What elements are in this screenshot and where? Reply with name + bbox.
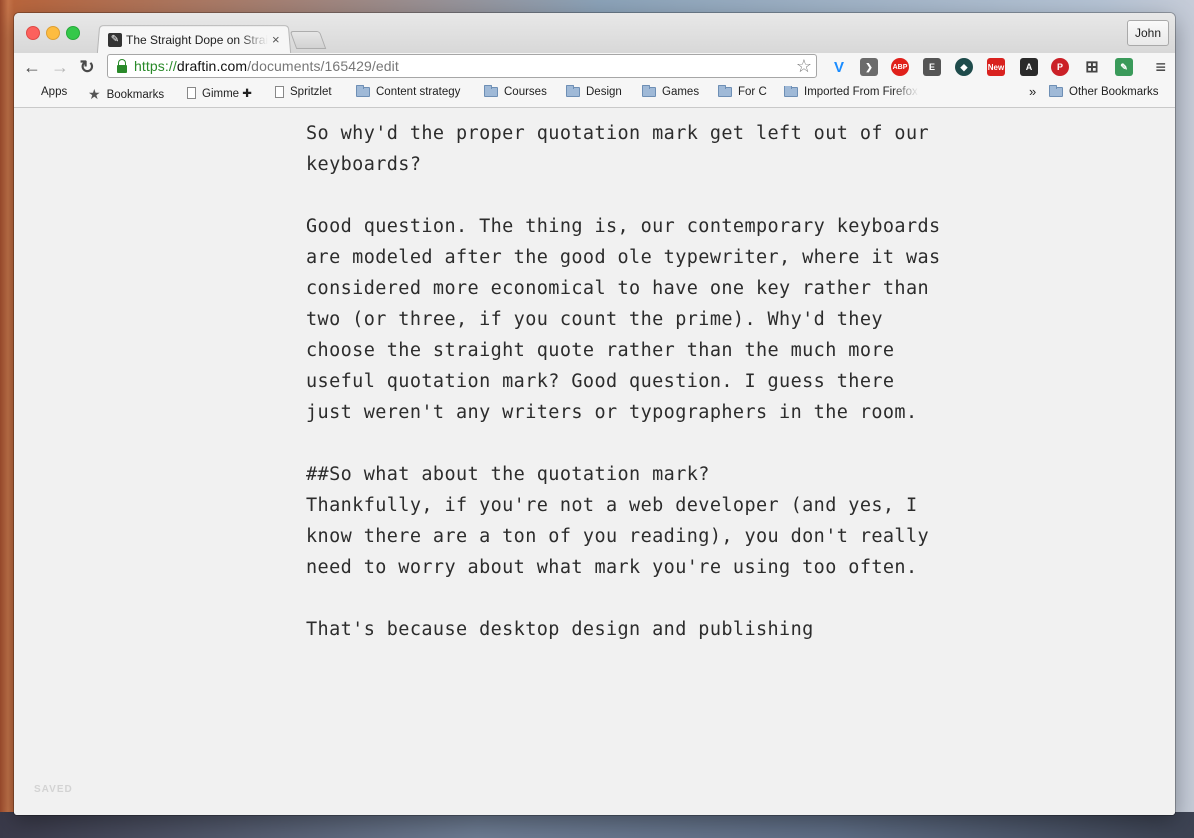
bookmark-apps[interactable]: Apps xyxy=(23,86,67,98)
bookmark-design[interactable]: Design xyxy=(566,85,622,98)
desktop-background xyxy=(0,812,1194,838)
adblock-icon[interactable]: ABP xyxy=(891,58,909,76)
lock-icon xyxy=(117,58,127,73)
folder-icon xyxy=(718,85,732,97)
save-status: SAVED xyxy=(34,784,73,795)
profile-button[interactable]: John xyxy=(1126,20,1169,46)
bookmark-for-c[interactable]: For C xyxy=(718,85,767,98)
draft-favicon-icon: ✎ xyxy=(108,32,122,47)
apps-grid-icon xyxy=(23,86,35,98)
editor-area[interactable]: So why'd the proper quotation mark get l… xyxy=(14,108,1175,815)
reload-button[interactable]: ↻ xyxy=(76,56,98,78)
star-icon: ★ xyxy=(88,86,101,102)
bookmark-star-icon[interactable]: ☆ xyxy=(796,55,812,77)
menu-icon[interactable]: ≡ xyxy=(1155,57,1166,77)
news-icon[interactable]: New xyxy=(987,58,1005,76)
vimeo-icon[interactable]: V xyxy=(830,58,848,76)
maximize-window-button[interactable] xyxy=(66,26,80,40)
bookmark-spritzlet[interactable]: Spritzlet xyxy=(275,86,332,98)
page-icon xyxy=(187,87,196,99)
toolbar: ← → ↻ https://draftin.com/documents/1654… xyxy=(14,53,1175,81)
bookmark-gimme[interactable]: Gimme ✚ xyxy=(187,86,252,100)
folder-icon xyxy=(784,86,798,97)
paragraph: So why'd the proper quotation mark get l… xyxy=(306,123,930,175)
bookmarks-overflow-button[interactable]: » xyxy=(1029,84,1036,99)
folder-icon xyxy=(566,85,580,97)
folder-icon xyxy=(484,85,498,97)
minimize-window-button[interactable] xyxy=(46,26,60,40)
back-button[interactable]: ← xyxy=(21,56,43,78)
bookmark-bookmarks[interactable]: ★ Bookmarks xyxy=(88,86,164,103)
browser-window: ✎ The Straight Dope on Straight Quotes ×… xyxy=(14,13,1175,815)
paragraph: That's because desktop design and publis… xyxy=(306,619,814,640)
bookmark-other-bookmarks[interactable]: Other Bookmarks xyxy=(1049,85,1158,98)
feedly-icon[interactable]: ◆ xyxy=(955,58,973,76)
paragraph: Good question. The thing is, our contemp… xyxy=(306,216,941,423)
tab-close-icon[interactable]: × xyxy=(272,32,280,47)
tab-strip: ✎ The Straight Dope on Straight Quotes ×… xyxy=(14,13,1175,55)
forward-button[interactable]: → xyxy=(49,56,71,78)
document-text[interactable]: So why'd the proper quotation mark get l… xyxy=(306,118,946,676)
eyedropper-icon[interactable]: ✎ xyxy=(1115,58,1133,76)
tab-title: The Straight Dope on Straight Quotes xyxy=(126,32,268,47)
bookmark-games[interactable]: Games xyxy=(642,85,699,98)
page-icon xyxy=(275,86,284,98)
bookmarks-bar: Apps ★ Bookmarks Gimme ✚ Spritzlet Conte… xyxy=(14,81,1175,108)
url-text: https://draftin.com/documents/165429/edi… xyxy=(134,58,399,74)
active-tab-content[interactable]: ✎ The Straight Dope on Straight Quotes × xyxy=(102,26,288,53)
address-bar[interactable]: https://draftin.com/documents/165429/edi… xyxy=(107,54,817,78)
bookmark-content-strategy[interactable]: Content strategy xyxy=(356,85,460,98)
new-tab-button[interactable] xyxy=(289,31,327,49)
close-window-button[interactable] xyxy=(26,26,40,40)
folder-icon xyxy=(1049,85,1063,97)
bookmark-imported-from-firefox[interactable]: Imported From Firefox xyxy=(784,86,919,98)
pinterest-icon[interactable]: P xyxy=(1051,58,1069,76)
heading-markdown: ##So what about the quotation mark? xyxy=(306,464,710,485)
folder-icon xyxy=(356,85,370,97)
bookmark-courses[interactable]: Courses xyxy=(484,85,547,98)
pocket-icon[interactable]: ❯ xyxy=(860,58,878,76)
folder-icon xyxy=(642,85,656,97)
readability-icon[interactable]: A xyxy=(1020,58,1038,76)
grid-icon[interactable]: ⊞ xyxy=(1083,58,1101,76)
evernote-icon[interactable]: E xyxy=(923,58,941,76)
paragraph: Thankfully, if you're not a web develope… xyxy=(306,495,930,578)
